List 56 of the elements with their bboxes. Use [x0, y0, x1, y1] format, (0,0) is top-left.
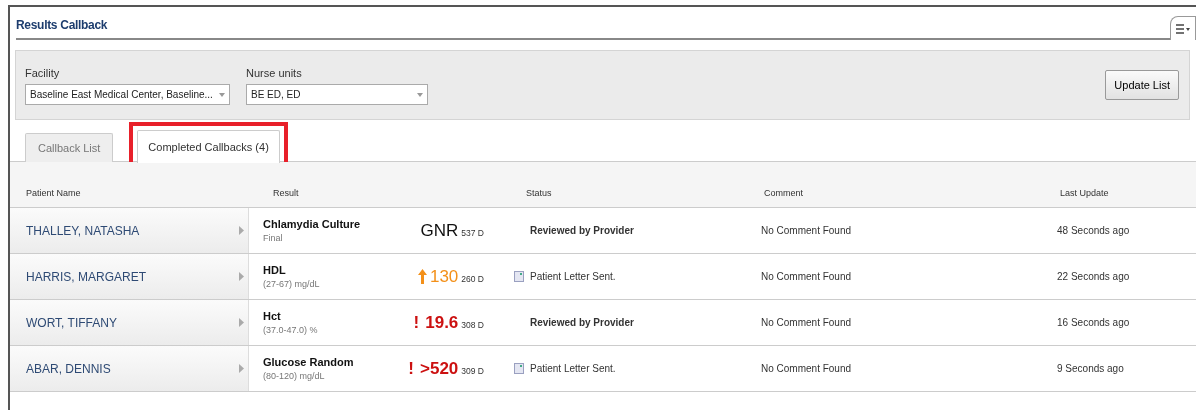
menu-button[interactable] — [1170, 16, 1196, 40]
last-update-text: 48 Seconds ago — [1056, 224, 1131, 238]
status-text: Patient Letter Sent. — [530, 362, 616, 376]
result-age: 308 D — [461, 318, 484, 332]
result-value: 19.6 — [425, 311, 459, 334]
comment-text: No Comment Found — [760, 316, 853, 330]
result-name: Chlamydia Culture — [263, 216, 361, 232]
tab[interactable]: Callback List — [25, 132, 114, 162]
comment-text: No Comment Found — [760, 270, 853, 284]
result-name: Hct — [263, 308, 282, 324]
comment-text: No Comment Found — [760, 224, 853, 238]
status-text: Reviewed by Provider — [530, 224, 634, 238]
update-list-button[interactable]: Update List — [1105, 69, 1179, 101]
chevron-icon — [239, 226, 244, 235]
column-header: Last Update — [1059, 186, 1110, 200]
dropdown[interactable]: BE ED, ED — [246, 84, 428, 106]
result-value: 130 — [429, 265, 459, 288]
result-value: >520 — [420, 357, 459, 380]
status-text: Reviewed by Provider — [530, 316, 634, 330]
result-name: HDL — [263, 262, 287, 278]
result-age: 537 D — [461, 226, 484, 240]
patient-name-cell[interactable]: WORT, TIFFANY — [10, 300, 249, 345]
chevron-icon — [239, 272, 244, 281]
dropdown[interactable]: Baseline East Medical Center, Baseline... — [25, 84, 230, 106]
caret-icon — [219, 92, 225, 97]
last-update-text: 9 Seconds ago — [1056, 362, 1125, 376]
result-age: 260 D — [461, 272, 484, 286]
status-text: Patient Letter Sent. — [530, 270, 616, 284]
column-header: Status — [525, 186, 553, 200]
chevron-icon — [239, 318, 244, 327]
patient-name-cell[interactable]: HARRIS, MARGARET — [10, 254, 249, 299]
tab[interactable]: Completed Callbacks (4) — [137, 129, 280, 163]
last-update-text: 22 Seconds ago — [1056, 270, 1131, 284]
caret-icon — [417, 92, 423, 97]
panel-title: Results Callback — [16, 16, 1170, 40]
patient-name-cell[interactable]: ABAR, DENNIS — [10, 346, 249, 391]
result-detail: (27-67) mg/dL — [263, 278, 320, 291]
result-name: Glucose Random — [263, 354, 354, 370]
patient-name-cell[interactable]: THALLEY, NATASHA — [10, 208, 249, 253]
result-detail: (80-120) mg/dL — [263, 370, 326, 383]
result-age: 309 D — [461, 364, 484, 378]
exclamation-text: ! — [408, 357, 414, 380]
comment-text: No Comment Found — [760, 362, 853, 376]
field-label: Nurse units — [246, 65, 303, 81]
result-detail: (37.0-47.0) % — [263, 324, 318, 337]
result-detail: Final — [263, 232, 284, 245]
up-arrow-icon — [417, 269, 427, 284]
chevron-icon — [239, 364, 244, 373]
menu-icon — [1176, 23, 1190, 34]
last-update-text: 16 Seconds ago — [1056, 316, 1131, 330]
exclamation-text: ! — [413, 311, 420, 334]
column-header: Patient Name — [25, 186, 82, 200]
result-value: GNR — [420, 219, 459, 242]
column-header: Result — [272, 186, 300, 200]
column-header: Comment — [763, 186, 804, 200]
field-label: Facility — [25, 65, 61, 81]
